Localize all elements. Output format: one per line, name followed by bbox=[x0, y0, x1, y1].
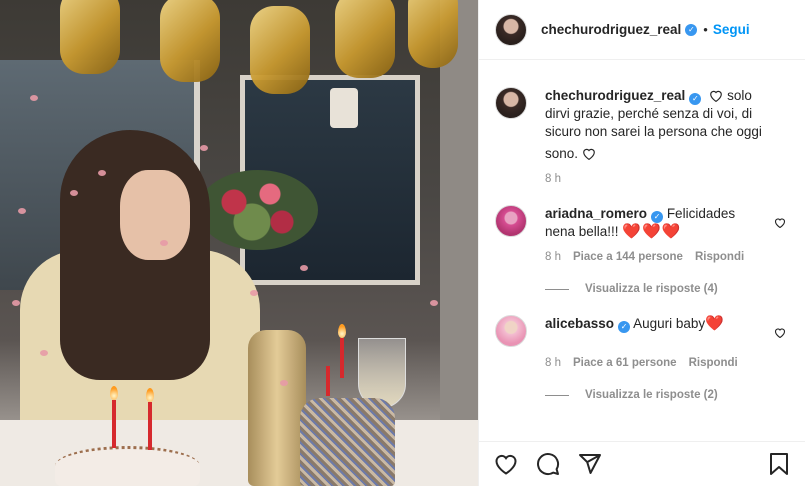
heart-outline-icon bbox=[582, 148, 595, 161]
reply-button[interactable]: Rispondi bbox=[695, 251, 744, 263]
confetti-petal bbox=[160, 240, 168, 246]
comment-icon[interactable] bbox=[535, 451, 561, 477]
candle bbox=[112, 400, 116, 448]
heart-outline-icon bbox=[710, 90, 722, 103]
person-face bbox=[120, 170, 190, 260]
avatar[interactable] bbox=[495, 13, 527, 46]
likes-count[interactable]: Piace a 61 persone bbox=[573, 357, 677, 369]
reply-button[interactable]: Rispondi bbox=[689, 357, 738, 369]
balloon-letter bbox=[408, 0, 458, 68]
confetti-petal bbox=[70, 190, 78, 196]
heart-icon[interactable] bbox=[493, 451, 519, 477]
wine-bottle bbox=[248, 330, 306, 486]
confetti-petal bbox=[18, 208, 26, 214]
view-replies-button[interactable]: Visualizza le risposte (4) bbox=[545, 283, 790, 295]
confetti-petal bbox=[430, 300, 438, 306]
confetti-petal bbox=[280, 380, 288, 386]
birthday-cake bbox=[55, 446, 200, 486]
wall-frame bbox=[440, 0, 478, 486]
username-link[interactable]: chechurodriguez_real bbox=[545, 88, 685, 103]
timestamp: 8 h bbox=[545, 251, 561, 263]
balloon-letter bbox=[160, 0, 220, 82]
confetti-petal bbox=[12, 300, 20, 306]
confetti-petal bbox=[98, 170, 106, 176]
caption: chechurodriguez_real ✓ solo dirvi grazie,… bbox=[495, 87, 790, 163]
action-bar bbox=[479, 441, 805, 486]
post-header: chechurodriguez_real ✓ • Segui bbox=[479, 0, 805, 60]
caption-text: chechurodriguez_real ✓ solo dirvi grazie,… bbox=[545, 87, 767, 163]
post-side-panel: chechurodriguez_real ✓ • Segui chechurod… bbox=[478, 0, 805, 486]
red-heart-emoji: ❤️❤️❤️ bbox=[622, 223, 682, 240]
verified-badge-icon: ✓ bbox=[618, 321, 631, 333]
likes-count[interactable]: Piace a 144 persone bbox=[573, 251, 683, 263]
confetti-petal bbox=[300, 265, 308, 271]
confetti-petal bbox=[30, 95, 38, 101]
like-comment-heart-icon[interactable] bbox=[774, 327, 786, 338]
sprinkle-cake bbox=[300, 398, 395, 486]
confetti-petal bbox=[40, 350, 48, 356]
comment-text: alicebasso ✓ Auguri baby❤️ bbox=[545, 315, 767, 333]
username-link[interactable]: alicebasso bbox=[545, 316, 614, 331]
comment-item: ariadna_romero ✓ Felicidades nena bella!!… bbox=[495, 205, 790, 241]
timestamp: 8 h bbox=[545, 173, 561, 185]
comment-item: alicebasso ✓ Auguri baby❤️ bbox=[495, 315, 790, 347]
bookmark-icon[interactable] bbox=[766, 451, 792, 477]
avatar[interactable] bbox=[495, 205, 527, 237]
view-replies-label[interactable]: Visualizza le risposte (2) bbox=[585, 389, 718, 401]
comment-body: Auguri baby bbox=[633, 316, 706, 331]
candle bbox=[340, 338, 344, 378]
share-icon[interactable] bbox=[577, 451, 603, 477]
comment-text: ariadna_romero ✓ Felicidades nena bella!!… bbox=[545, 205, 767, 241]
candle bbox=[148, 402, 152, 450]
wall-lamp bbox=[330, 88, 358, 128]
verified-badge-icon: ✓ bbox=[651, 211, 664, 223]
flame bbox=[338, 324, 346, 338]
username-link[interactable]: chechurodriguez_real bbox=[541, 22, 681, 37]
like-comment-heart-icon[interactable] bbox=[774, 217, 786, 228]
divider-line bbox=[545, 394, 569, 396]
balloon-letter bbox=[250, 6, 310, 94]
verified-badge-icon: ✓ bbox=[685, 23, 698, 36]
balloon-letter bbox=[60, 0, 120, 74]
view-replies-label[interactable]: Visualizza le risposte (4) bbox=[585, 283, 718, 295]
red-heart-emoji: ❤️ bbox=[705, 315, 725, 332]
comments-list[interactable]: chechurodriguez_real ✓ solo dirvi grazie,… bbox=[479, 61, 805, 441]
comment-meta: 8 h Piace a 144 persone Rispondi bbox=[545, 251, 790, 263]
divider-line bbox=[545, 288, 569, 290]
candle bbox=[326, 366, 330, 396]
confetti-petal bbox=[200, 145, 208, 151]
timestamp: 8 h bbox=[545, 357, 561, 369]
caption-meta: 8 h bbox=[545, 173, 790, 185]
balloon-letter bbox=[335, 0, 395, 78]
flower-bouquet bbox=[198, 170, 318, 250]
comment-meta: 8 h Piace a 61 persone Rispondi bbox=[545, 357, 790, 369]
separator-dot: • bbox=[703, 22, 708, 37]
flame bbox=[110, 386, 118, 400]
flame bbox=[146, 388, 154, 402]
confetti-petal bbox=[250, 290, 258, 296]
post-photo[interactable] bbox=[0, 0, 478, 486]
username-link[interactable]: ariadna_romero bbox=[545, 206, 647, 221]
follow-button[interactable]: Segui bbox=[713, 22, 750, 37]
verified-badge-icon: ✓ bbox=[689, 93, 702, 105]
avatar[interactable] bbox=[495, 87, 527, 119]
avatar[interactable] bbox=[495, 315, 527, 347]
view-replies-button[interactable]: Visualizza le risposte (2) bbox=[545, 389, 790, 401]
